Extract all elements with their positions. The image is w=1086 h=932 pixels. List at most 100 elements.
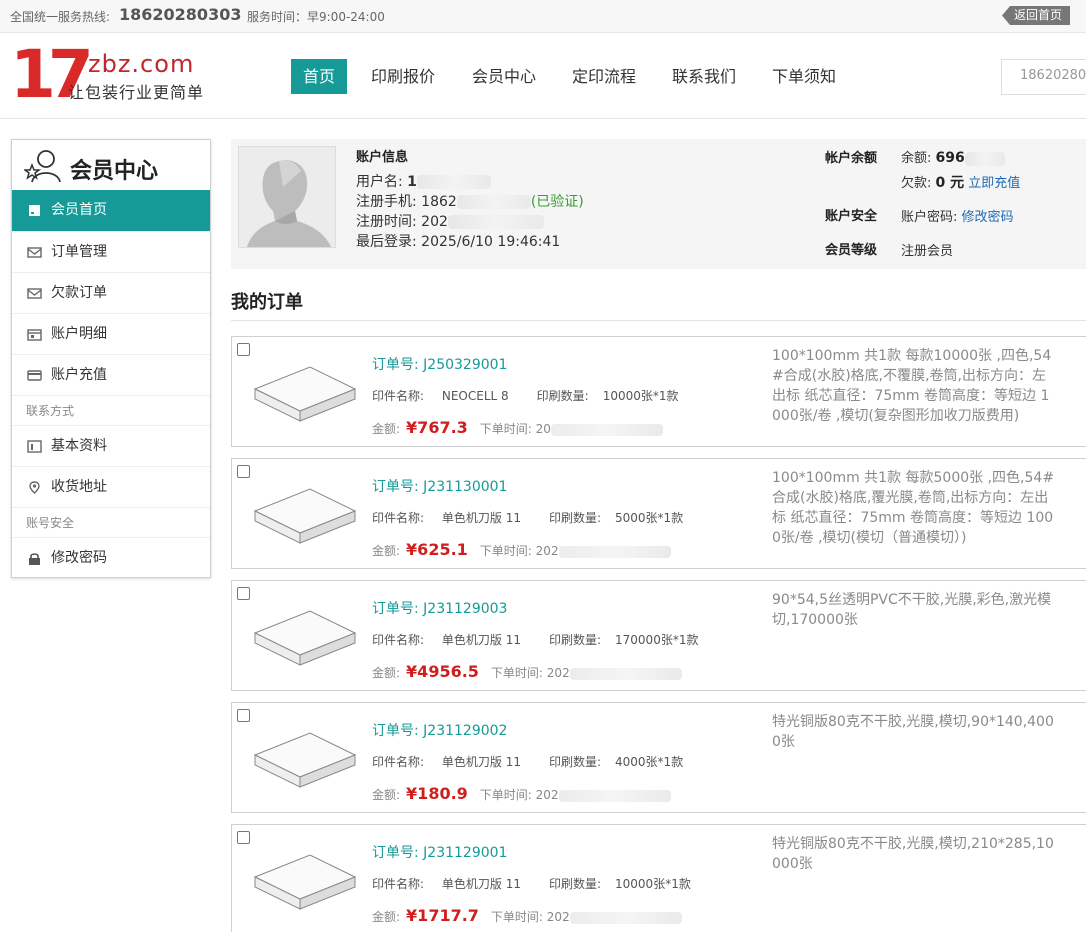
username-value: 1	[407, 174, 417, 190]
hotline-number: 18620280303	[119, 5, 242, 24]
sidebar-item-orders[interactable]: 订单管理	[12, 231, 210, 272]
nav-member-center[interactable]: 会员中心	[472, 59, 536, 94]
product-box-icon	[253, 732, 357, 788]
order-checkbox[interactable]	[237, 465, 250, 478]
qty-value: 10000张*1款	[615, 877, 691, 891]
order-description: 特光铜版80克不干胶,光膜,模切,90*140,4000张	[772, 714, 1054, 750]
sidebar-item-member-home[interactable]: 会员首页	[12, 190, 210, 231]
time-label: 下单时间:	[490, 666, 543, 680]
order-amount-row: 金额: ¥1717.7 下单时间: 202	[372, 906, 682, 925]
time-label: 下单时间:	[479, 788, 532, 802]
home-icon	[29, 205, 40, 216]
order-price: ¥1717.7	[406, 906, 479, 925]
amount-label: 金额:	[372, 666, 401, 680]
masked-text	[964, 151, 1005, 166]
product-label: 印件名称:	[372, 389, 425, 403]
order-card: 订单号: J231130001 印件名称: 单色机刀版 11 印刷数量: 5000张…	[231, 458, 1086, 569]
order-amount-row: 金额: ¥625.1 下单时间: 202	[372, 540, 671, 559]
debt-value: 0 元	[935, 175, 965, 191]
order-card: 订单号: J231129003 印件名称: 单色机刀版 11 印刷数量: 17000…	[231, 580, 1086, 691]
sidebar-item-label: 基本资料	[51, 438, 107, 454]
order-card: 订单号: J250329001 印件名称: NEOCELL 8 印刷数量: 1000…	[231, 336, 1086, 447]
order-description: 100*100mm 共1款 每款10000张 ,四色,54#合成(水胶)格底,不…	[772, 348, 1052, 424]
order-number-link[interactable]: J231130001	[423, 479, 507, 495]
nav-home[interactable]: 首页	[291, 59, 348, 94]
time-label: 下单时间:	[490, 910, 543, 924]
sidebar-title: 会员中心	[70, 159, 159, 184]
product-label: 印件名称:	[372, 633, 425, 647]
amount-label: 金额:	[372, 422, 401, 436]
site-header: 17 zbz.com 让包装行业更简单 首页 印刷报价 会员中心 定印流程 联系…	[0, 33, 1086, 119]
order-meta: 印件名称: 单色机刀版 11 印刷数量: 4000张*1款	[372, 753, 711, 770]
order-checkbox[interactable]	[237, 587, 250, 600]
top-bar: 全国统一服务热线: 18620280303 服务时间：早9:00-24:00 返…	[0, 0, 1086, 33]
masked-text	[550, 423, 663, 436]
order-number-link[interactable]: J250329001	[423, 357, 507, 373]
verified-badge: (已验证)	[530, 194, 584, 210]
account-info-panel: 账户信息 用户名: 1 注册手机: 1862 (已验证) 注册时间: 202 最后…	[231, 139, 1086, 269]
password-label: 账户密码:	[901, 210, 958, 225]
balance-amount-label: 余额:	[901, 151, 932, 166]
product-name: 单色机刀版 11	[441, 755, 521, 769]
order-description: 100*100mm 共1款 每款5000张 ,四色,54#合成(水胶)格底,覆光…	[772, 470, 1055, 546]
product-label: 印件名称:	[372, 877, 425, 891]
sidebar-item-label: 修改密码	[51, 550, 107, 566]
change-password-link[interactable]: 修改密码	[962, 210, 1014, 225]
username-label: 用户名:	[356, 174, 403, 190]
order-price: ¥767.3	[406, 418, 468, 437]
sidebar-item-change-password[interactable]: 修改密码	[12, 537, 210, 578]
amount-label: 金额:	[372, 544, 401, 558]
order-checkbox[interactable]	[237, 709, 250, 722]
qty-label: 印刷数量:	[548, 755, 602, 769]
sidebar-item-label: 会员首页	[51, 202, 107, 218]
order-checkbox[interactable]	[237, 343, 250, 356]
order-number-label: 订单号:	[372, 723, 419, 739]
nav-contact[interactable]: 联系我们	[672, 59, 736, 94]
qty-value: 10000张*1款	[602, 389, 679, 403]
order-number-link[interactable]: J231129003	[423, 601, 507, 617]
reg-time-label: 注册时间:	[356, 214, 417, 230]
order-card: 订单号: J231129001 印件名称: 单色机刀版 11 印刷数量: 10000…	[231, 824, 1086, 932]
logo-slogan: 让包装行业更简单	[68, 83, 205, 102]
order-number: 订单号: J231129002	[372, 720, 507, 740]
product-box-icon	[253, 610, 357, 666]
sidebar-item-account-detail[interactable]: 账户明细	[12, 313, 210, 354]
site-logo[interactable]: 17 zbz.com 让包装行业更简单	[10, 36, 210, 113]
qty-value: 4000张*1款	[615, 755, 684, 769]
nav-order-notice[interactable]: 下单须知	[772, 59, 836, 94]
order-number-link[interactable]: J231129001	[423, 845, 507, 861]
member-sidebar: 会员中心 会员首页 订单管理 欠款订单 账户明细 账户充值 联系方式 基本资料 …	[11, 139, 211, 578]
order-time: 202	[535, 544, 559, 558]
recharge-link[interactable]: 立即充值	[968, 176, 1020, 191]
security-section-label: 账户安全	[825, 209, 878, 224]
sidebar-item-profile[interactable]: 基本资料	[12, 425, 210, 466]
qty-label: 印刷数量:	[548, 877, 602, 891]
sidebar-item-address[interactable]: 收货地址	[12, 466, 210, 507]
nav-quote[interactable]: 印刷报价	[371, 59, 435, 94]
orders-title: 我的订单	[231, 292, 303, 313]
order-checkbox[interactable]	[237, 831, 250, 844]
back-home-link[interactable]: 返回首页	[1002, 6, 1071, 25]
product-name: 单色机刀版 11	[441, 511, 521, 525]
qty-label: 印刷数量:	[548, 633, 602, 647]
order-meta: 印件名称: 单色机刀版 11 印刷数量: 5000张*1款	[372, 509, 711, 526]
balance-row: 余额: 696	[901, 147, 1005, 166]
order-number-link[interactable]: J231129002	[423, 723, 507, 739]
balance-section-label: 帐户余额	[825, 151, 878, 166]
last-login-label: 最后登录:	[356, 234, 417, 250]
avatar-silhouette-icon	[239, 147, 335, 247]
qty-label: 印刷数量:	[536, 389, 589, 403]
header-search-input[interactable]: 18620280	[1001, 59, 1086, 95]
masked-text	[447, 215, 544, 229]
order-time: 20	[535, 422, 551, 436]
location-icon	[29, 481, 40, 494]
amount-label: 金额:	[372, 910, 401, 924]
card-icon	[27, 370, 42, 381]
logo-domain: zbz.com	[88, 50, 195, 78]
order-number-label: 订单号:	[372, 357, 419, 373]
sidebar-item-debt-orders[interactable]: 欠款订单	[12, 272, 210, 313]
nav-process[interactable]: 定印流程	[572, 59, 636, 94]
masked-text	[569, 911, 682, 924]
product-box-icon	[253, 366, 357, 422]
sidebar-item-recharge[interactable]: 账户充值	[12, 354, 210, 395]
